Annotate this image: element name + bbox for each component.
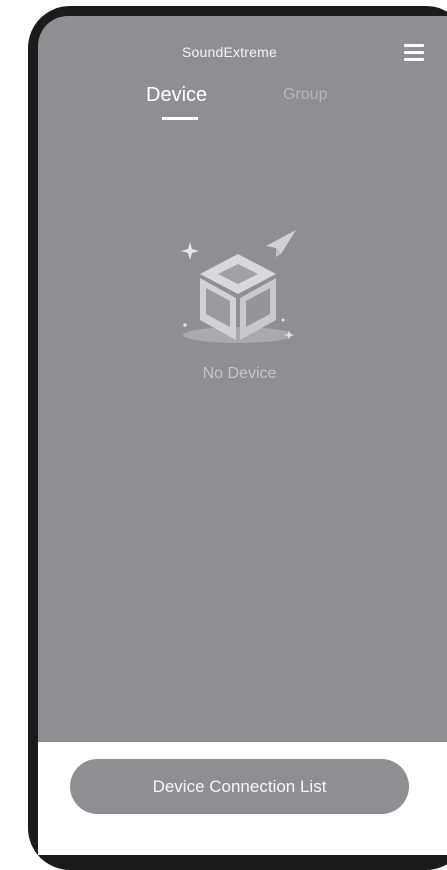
empty-box-icon: [181, 230, 296, 343]
no-device-message: No Device: [202, 365, 277, 382]
active-tab-indicator: [162, 117, 198, 120]
tab-device[interactable]: Device: [146, 84, 207, 107]
sparkle-icon: [181, 242, 199, 260]
shadow-ellipse: [183, 327, 293, 343]
footer-panel: Device Connection List: [38, 742, 447, 855]
device-connection-list-button[interactable]: Device Connection List: [70, 759, 409, 814]
dot-icon-small: [281, 318, 285, 322]
app-screen: SoundExtreme Device Group No Device Devi…: [38, 16, 447, 855]
paper-plane-icon: [266, 230, 296, 254]
hamburger-menu-icon[interactable]: [402, 42, 426, 64]
dot-icon: [183, 323, 187, 327]
app-title: SoundExtreme: [181, 44, 277, 60]
tab-group[interactable]: Group: [283, 86, 327, 104]
